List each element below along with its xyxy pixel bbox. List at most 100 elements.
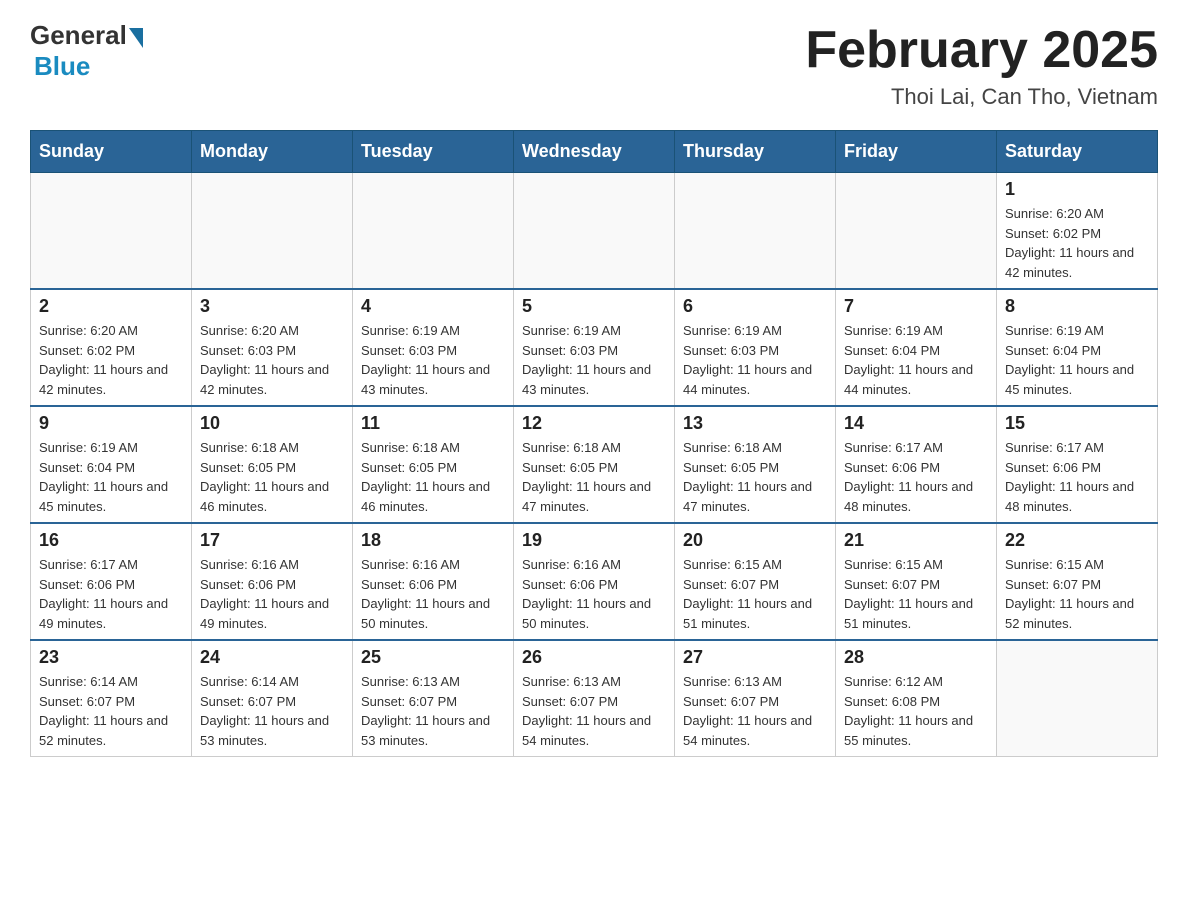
header-tuesday: Tuesday [353, 131, 514, 173]
day-info: Sunrise: 6:19 AMSunset: 6:04 PMDaylight:… [844, 321, 988, 399]
table-row: 24 Sunrise: 6:14 AMSunset: 6:07 PMDayligh… [192, 640, 353, 757]
table-row [192, 173, 353, 290]
location-subtitle: Thoi Lai, Can Tho, Vietnam [805, 84, 1158, 110]
day-number: 18 [361, 530, 505, 551]
day-number: 22 [1005, 530, 1149, 551]
day-number: 21 [844, 530, 988, 551]
table-row: 18 Sunrise: 6:16 AMSunset: 6:06 PMDayligh… [353, 523, 514, 640]
day-number: 2 [39, 296, 183, 317]
header-saturday: Saturday [997, 131, 1158, 173]
table-row: 15 Sunrise: 6:17 AMSunset: 6:06 PMDayligh… [997, 406, 1158, 523]
calendar-week-2: 2 Sunrise: 6:20 AMSunset: 6:02 PMDaylight… [31, 289, 1158, 406]
day-number: 7 [844, 296, 988, 317]
day-number: 13 [683, 413, 827, 434]
header-wednesday: Wednesday [514, 131, 675, 173]
day-number: 26 [522, 647, 666, 668]
table-row: 21 Sunrise: 6:15 AMSunset: 6:07 PMDayligh… [836, 523, 997, 640]
table-row: 2 Sunrise: 6:20 AMSunset: 6:02 PMDaylight… [31, 289, 192, 406]
header-friday: Friday [836, 131, 997, 173]
logo-general-text: General [30, 20, 127, 51]
day-info: Sunrise: 6:17 AMSunset: 6:06 PMDaylight:… [844, 438, 988, 516]
day-info: Sunrise: 6:17 AMSunset: 6:06 PMDaylight:… [39, 555, 183, 633]
day-number: 25 [361, 647, 505, 668]
day-number: 27 [683, 647, 827, 668]
table-row: 13 Sunrise: 6:18 AMSunset: 6:05 PMDayligh… [675, 406, 836, 523]
table-row [353, 173, 514, 290]
day-info: Sunrise: 6:19 AMSunset: 6:04 PMDaylight:… [39, 438, 183, 516]
header-thursday: Thursday [675, 131, 836, 173]
day-info: Sunrise: 6:18 AMSunset: 6:05 PMDaylight:… [522, 438, 666, 516]
table-row [836, 173, 997, 290]
calendar-week-3: 9 Sunrise: 6:19 AMSunset: 6:04 PMDaylight… [31, 406, 1158, 523]
table-row: 28 Sunrise: 6:12 AMSunset: 6:08 PMDayligh… [836, 640, 997, 757]
day-number: 4 [361, 296, 505, 317]
table-row: 20 Sunrise: 6:15 AMSunset: 6:07 PMDayligh… [675, 523, 836, 640]
table-row: 7 Sunrise: 6:19 AMSunset: 6:04 PMDaylight… [836, 289, 997, 406]
table-row [997, 640, 1158, 757]
day-number: 8 [1005, 296, 1149, 317]
logo-blue-text: Blue [34, 51, 90, 82]
table-row: 4 Sunrise: 6:19 AMSunset: 6:03 PMDaylight… [353, 289, 514, 406]
day-info: Sunrise: 6:16 AMSunset: 6:06 PMDaylight:… [361, 555, 505, 633]
table-row: 17 Sunrise: 6:16 AMSunset: 6:06 PMDayligh… [192, 523, 353, 640]
day-number: 14 [844, 413, 988, 434]
header-row: Sunday Monday Tuesday Wednesday Thursday… [31, 131, 1158, 173]
table-row: 5Sunrise: 6:19 AMSunset: 6:03 PMDaylight… [514, 289, 675, 406]
table-row: 19 Sunrise: 6:16 AMSunset: 6:06 PMDayligh… [514, 523, 675, 640]
table-row: 6Sunrise: 6:19 AMSunset: 6:03 PMDaylight… [675, 289, 836, 406]
day-number: 9 [39, 413, 183, 434]
day-info: Sunrise: 6:20 AMSunset: 6:02 PMDaylight:… [39, 321, 183, 399]
day-info: Sunrise: 6:14 AMSunset: 6:07 PMDaylight:… [200, 672, 344, 750]
day-number: 12 [522, 413, 666, 434]
day-info: Sunrise: 6:13 AMSunset: 6:07 PMDaylight:… [522, 672, 666, 750]
table-row: 23 Sunrise: 6:14 AMSunset: 6:07 PMDayligh… [31, 640, 192, 757]
day-number: 3 [200, 296, 344, 317]
day-number: 24 [200, 647, 344, 668]
day-info: Sunrise: 6:19 AMSunset: 6:03 PMDaylight:… [522, 321, 666, 399]
day-info: Sunrise: 6:19 AMSunset: 6:03 PMDaylight:… [683, 321, 827, 399]
day-info: Sunrise: 6:18 AMSunset: 6:05 PMDaylight:… [683, 438, 827, 516]
table-row: 26 Sunrise: 6:13 AMSunset: 6:07 PMDayligh… [514, 640, 675, 757]
day-info: Sunrise: 6:20 AMSunset: 6:03 PMDaylight:… [200, 321, 344, 399]
calendar-body: 1 Sunrise: 6:20 AMSunset: 6:02 PMDaylight… [31, 173, 1158, 757]
day-info: Sunrise: 6:14 AMSunset: 6:07 PMDaylight:… [39, 672, 183, 750]
day-info: Sunrise: 6:13 AMSunset: 6:07 PMDaylight:… [683, 672, 827, 750]
day-info: Sunrise: 6:19 AMSunset: 6:04 PMDaylight:… [1005, 321, 1149, 399]
calendar-week-1: 1 Sunrise: 6:20 AMSunset: 6:02 PMDaylight… [31, 173, 1158, 290]
day-number: 28 [844, 647, 988, 668]
day-number: 15 [1005, 413, 1149, 434]
day-info: Sunrise: 6:15 AMSunset: 6:07 PMDaylight:… [844, 555, 988, 633]
day-number: 23 [39, 647, 183, 668]
day-number: 19 [522, 530, 666, 551]
day-info: Sunrise: 6:13 AMSunset: 6:07 PMDaylight:… [361, 672, 505, 750]
day-info: Sunrise: 6:15 AMSunset: 6:07 PMDaylight:… [683, 555, 827, 633]
table-row: 11Sunrise: 6:18 AMSunset: 6:05 PMDayligh… [353, 406, 514, 523]
day-info: Sunrise: 6:12 AMSunset: 6:08 PMDaylight:… [844, 672, 988, 750]
day-number: 20 [683, 530, 827, 551]
day-number: 1 [1005, 179, 1149, 200]
table-row: 22 Sunrise: 6:15 AMSunset: 6:07 PMDayligh… [997, 523, 1158, 640]
table-row: 10Sunrise: 6:18 AMSunset: 6:05 PMDayligh… [192, 406, 353, 523]
day-info: Sunrise: 6:17 AMSunset: 6:06 PMDaylight:… [1005, 438, 1149, 516]
table-row: 9 Sunrise: 6:19 AMSunset: 6:04 PMDaylight… [31, 406, 192, 523]
table-row: 25 Sunrise: 6:13 AMSunset: 6:07 PMDayligh… [353, 640, 514, 757]
day-info: Sunrise: 6:19 AMSunset: 6:03 PMDaylight:… [361, 321, 505, 399]
calendar-header: Sunday Monday Tuesday Wednesday Thursday… [31, 131, 1158, 173]
table-row: 27 Sunrise: 6:13 AMSunset: 6:07 PMDayligh… [675, 640, 836, 757]
table-row: 8 Sunrise: 6:19 AMSunset: 6:04 PMDaylight… [997, 289, 1158, 406]
title-block: February 2025 Thoi Lai, Can Tho, Vietnam [805, 20, 1158, 110]
table-row [514, 173, 675, 290]
day-number: 17 [200, 530, 344, 551]
calendar-week-4: 16 Sunrise: 6:17 AMSunset: 6:06 PMDayligh… [31, 523, 1158, 640]
day-info: Sunrise: 6:20 AMSunset: 6:02 PMDaylight:… [1005, 204, 1149, 282]
table-row [675, 173, 836, 290]
day-info: Sunrise: 6:18 AMSunset: 6:05 PMDaylight:… [361, 438, 505, 516]
day-info: Sunrise: 6:15 AMSunset: 6:07 PMDaylight:… [1005, 555, 1149, 633]
calendar-table: Sunday Monday Tuesday Wednesday Thursday… [30, 130, 1158, 757]
table-row: 1 Sunrise: 6:20 AMSunset: 6:02 PMDaylight… [997, 173, 1158, 290]
day-info: Sunrise: 6:16 AMSunset: 6:06 PMDaylight:… [200, 555, 344, 633]
logo: General Blue [30, 20, 143, 82]
day-number: 16 [39, 530, 183, 551]
day-info: Sunrise: 6:16 AMSunset: 6:06 PMDaylight:… [522, 555, 666, 633]
day-number: 10 [200, 413, 344, 434]
